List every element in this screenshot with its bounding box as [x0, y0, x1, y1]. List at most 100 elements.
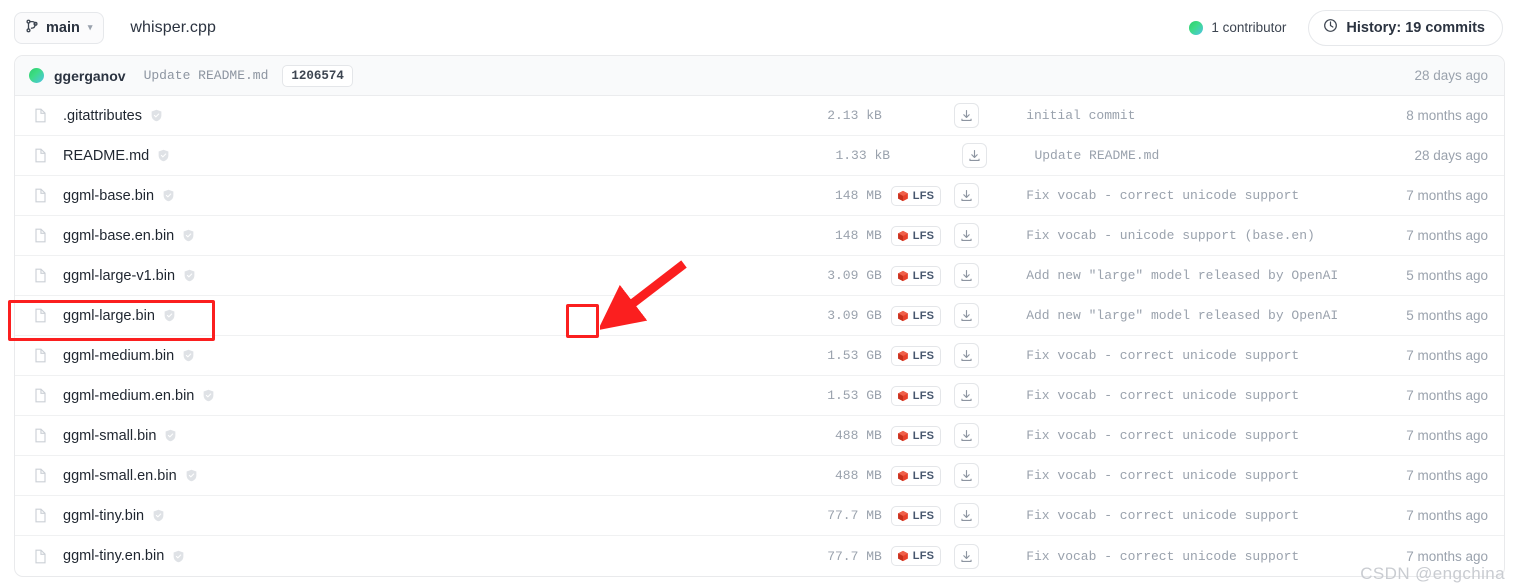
file-icon	[33, 508, 48, 523]
file-name-link[interactable]: ggml-medium.en.bin	[63, 388, 194, 404]
table-row[interactable]: ggml-small.en.bin 488 MB LFS Fix vocab - co…	[15, 456, 1504, 496]
file-name-link[interactable]: ggml-small.bin	[63, 428, 156, 444]
avatar	[1189, 20, 1204, 35]
file-size-cell: 148 MB	[804, 188, 882, 203]
download-button[interactable]	[954, 183, 980, 208]
file-size: 2.13 kB	[827, 108, 882, 123]
table-row[interactable]: ggml-medium.en.bin 1.53 GB LFS Fix vocab - …	[15, 376, 1504, 416]
lfs-badge[interactable]: LFS	[890, 546, 942, 566]
download-button[interactable]	[954, 223, 980, 248]
lfs-badge[interactable]: LFS	[890, 345, 942, 366]
commit-message-cell[interactable]: Fix vocab - correct unicode support	[1026, 468, 1406, 483]
verified-shield-icon	[172, 550, 185, 563]
download-button[interactable]	[954, 263, 980, 288]
file-size: 148 MB	[834, 188, 882, 203]
download-button[interactable]	[954, 343, 980, 368]
file-icon	[33, 228, 48, 243]
file-name-link[interactable]: README.md	[63, 148, 149, 164]
verified-shield-icon	[163, 309, 176, 322]
download-button[interactable]	[954, 423, 980, 448]
commit-message-cell[interactable]: initial commit	[1026, 108, 1406, 123]
file-name-link[interactable]: ggml-base.en.bin	[63, 228, 174, 244]
lfs-badge[interactable]: LFS	[890, 265, 942, 286]
chevron-down-icon: ▾	[87, 22, 93, 32]
download-button[interactable]	[954, 463, 980, 488]
lfs-badge[interactable]: LFS	[890, 185, 942, 206]
lfs-badge-label: LFS	[912, 389, 935, 402]
table-row[interactable]: ggml-base.bin 148 MB LFS Fix vocab - correc…	[15, 176, 1504, 216]
file-icon	[33, 468, 48, 483]
branch-selector[interactable]: main ▾	[14, 11, 105, 44]
download-button[interactable]	[954, 303, 980, 328]
download-button[interactable]	[954, 103, 980, 128]
file-size-cell: 77.7 MB	[804, 549, 882, 564]
file-name-link[interactable]: ggml-base.bin	[63, 188, 154, 204]
contributor-label: 1 contributor	[1211, 20, 1287, 35]
file-size-cell: 488 MB	[804, 428, 882, 443]
commit-time-cell: 5 months ago	[1406, 308, 1488, 323]
branch-name-label: main	[46, 19, 80, 36]
lfs-badge[interactable]: LFS	[890, 465, 942, 486]
commit-message-cell[interactable]: Fix vocab - correct unicode support	[1026, 549, 1406, 564]
file-name-link[interactable]: ggml-small.en.bin	[63, 468, 177, 484]
lfs-badge[interactable]: LFS	[890, 425, 942, 446]
file-size: 1.53 GB	[827, 348, 882, 363]
commit-message-cell[interactable]: Fix vocab - correct unicode support	[1026, 428, 1406, 443]
commit-message-cell[interactable]: Fix vocab - correct unicode support	[1026, 508, 1406, 523]
commit-message[interactable]: Update README.md	[144, 68, 269, 83]
repo-file-browser: main ▾ whisper.cpp 1 contributor History…	[0, 0, 1519, 587]
table-row[interactable]: ggml-large.bin 3.09 GB LFS Add new "large" …	[15, 296, 1504, 336]
file-name-link[interactable]: .gitattributes	[63, 108, 142, 124]
commit-message-cell[interactable]: Add new "large" model released by OpenAI	[1026, 268, 1406, 283]
repo-name[interactable]: whisper.cpp	[130, 19, 216, 37]
file-size-cell: 2.13 kB	[804, 108, 882, 123]
lfs-badge[interactable]: LFS	[890, 225, 942, 246]
commit-message-cell[interactable]: Fix vocab - correct unicode support	[1026, 388, 1406, 403]
verified-shield-icon	[183, 269, 196, 282]
lfs-badge-label: LFS	[912, 189, 935, 202]
download-button[interactable]	[954, 503, 980, 528]
commit-hash-badge[interactable]: 1206574	[282, 64, 353, 87]
file-name-link[interactable]: ggml-large.bin	[63, 308, 155, 324]
file-size-cell: 3.09 GB	[804, 308, 882, 323]
file-name-link[interactable]: ggml-large-v1.bin	[63, 268, 175, 284]
history-button[interactable]: History: 19 commits	[1308, 9, 1503, 46]
lfs-badge[interactable]: LFS	[890, 505, 942, 526]
table-row[interactable]: ggml-large-v1.bin 3.09 GB LFS Add new "larg…	[15, 256, 1504, 296]
table-row[interactable]: ggml-tiny.bin 77.7 MB LFS Fix vocab - corre…	[15, 496, 1504, 536]
file-size: 1.53 GB	[827, 388, 882, 403]
commit-time-cell: 7 months ago	[1406, 428, 1488, 443]
table-row[interactable]: .gitattributes2.13 kBLFSinitial commit8 …	[15, 96, 1504, 136]
download-button[interactable]	[954, 383, 980, 408]
verified-shield-icon	[157, 149, 170, 162]
commit-message-cell[interactable]: Fix vocab - correct unicode support	[1026, 188, 1406, 203]
table-row[interactable]: ggml-small.bin 488 MB LFS Fix vocab - corre…	[15, 416, 1504, 456]
lfs-badge-label: LFS	[912, 509, 935, 522]
lfs-badge[interactable]: LFS	[890, 385, 942, 406]
file-size: 3.09 GB	[827, 268, 882, 283]
table-row[interactable]: ggml-medium.bin 1.53 GB LFS Fix vocab - cor…	[15, 336, 1504, 376]
commit-message-cell[interactable]: Add new "large" model released by OpenAI	[1026, 308, 1406, 323]
commit-message-cell[interactable]: Fix vocab - correct unicode support	[1026, 348, 1406, 363]
lfs-badge-label: LFS	[912, 269, 935, 282]
file-size: 488 MB	[834, 468, 882, 483]
table-row[interactable]: ggml-base.en.bin 148 MB LFS Fix vocab - uni…	[15, 216, 1504, 256]
commit-message-cell[interactable]: Update README.md	[1034, 148, 1414, 163]
commit-message-cell[interactable]: Fix vocab - unicode support (base.en)	[1026, 228, 1406, 243]
commit-time-cell: 7 months ago	[1406, 188, 1488, 203]
download-button[interactable]	[962, 143, 988, 168]
file-name-link[interactable]: ggml-tiny.bin	[63, 508, 144, 524]
contributor-count[interactable]: 1 contributor	[1189, 20, 1286, 35]
lfs-badge[interactable]: LFS	[890, 305, 942, 326]
commit-time-cell: 7 months ago	[1406, 388, 1488, 403]
download-button[interactable]	[954, 543, 980, 569]
clock-icon	[1323, 18, 1338, 37]
commit-time-cell: 7 months ago	[1406, 348, 1488, 363]
commit-author[interactable]: ggerganov	[54, 68, 126, 84]
table-row[interactable]: README.md1.33 kBLFSUpdate README.md28 da…	[15, 136, 1504, 176]
table-row[interactable]: ggml-tiny.en.bin 77.7 MB LFS Fix vocab - co…	[15, 536, 1504, 576]
commit-time-cell: 7 months ago	[1406, 468, 1488, 483]
file-size-cell: 3.09 GB	[804, 268, 882, 283]
file-name-link[interactable]: ggml-medium.bin	[63, 348, 174, 364]
file-name-link[interactable]: ggml-tiny.en.bin	[63, 548, 164, 564]
